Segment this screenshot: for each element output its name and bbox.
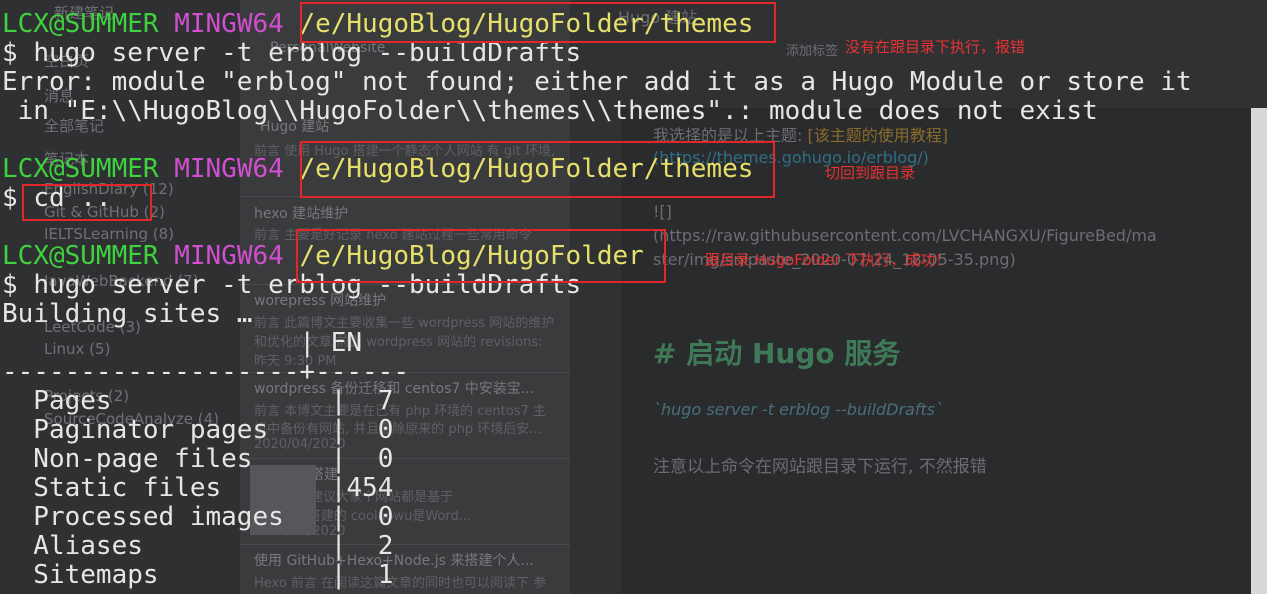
stats-row: Aliases | 2 bbox=[2, 531, 394, 561]
stats-row: Static files |454 bbox=[2, 473, 394, 503]
annotation-note-cd: 切回到跟目录 bbox=[825, 164, 916, 182]
stats-row: Sitemaps | 1 bbox=[2, 560, 394, 590]
terminal-window[interactable]: LCX@SUMMER MINGW64 /e/HugoBlog/HugoFolde… bbox=[0, 0, 1267, 594]
stats-row: Processed images | 0 bbox=[2, 502, 394, 532]
output-line: Building sites … bbox=[2, 299, 253, 329]
annotation-box-path-themes-2 bbox=[300, 141, 775, 198]
table-rule: -------------------+------ bbox=[2, 357, 409, 387]
annotation-note-error: 没有在跟目录下执行，报错 bbox=[845, 38, 1026, 56]
annotation-note-success: 跟目录 HugoFolder 下执行，成功！ bbox=[705, 251, 951, 269]
error-line: Error: module "erblog" not found; either… bbox=[2, 67, 1192, 97]
stats-row: Pages | 7 bbox=[2, 386, 394, 416]
annotation-box-path-themes bbox=[300, 2, 776, 43]
annotation-box-cd bbox=[22, 184, 152, 221]
stats-row: Paginator pages | 0 bbox=[2, 415, 394, 445]
stats-row: Non-page files | 0 bbox=[2, 444, 394, 474]
command-line: $ hugo server -t erblog --buildDrafts bbox=[2, 38, 582, 68]
error-line: in "E:\\HugoBlog\\HugoFolder\\themes\\th… bbox=[2, 96, 1098, 126]
table-header: | EN bbox=[2, 328, 363, 358]
annotation-box-path-root bbox=[296, 229, 666, 283]
